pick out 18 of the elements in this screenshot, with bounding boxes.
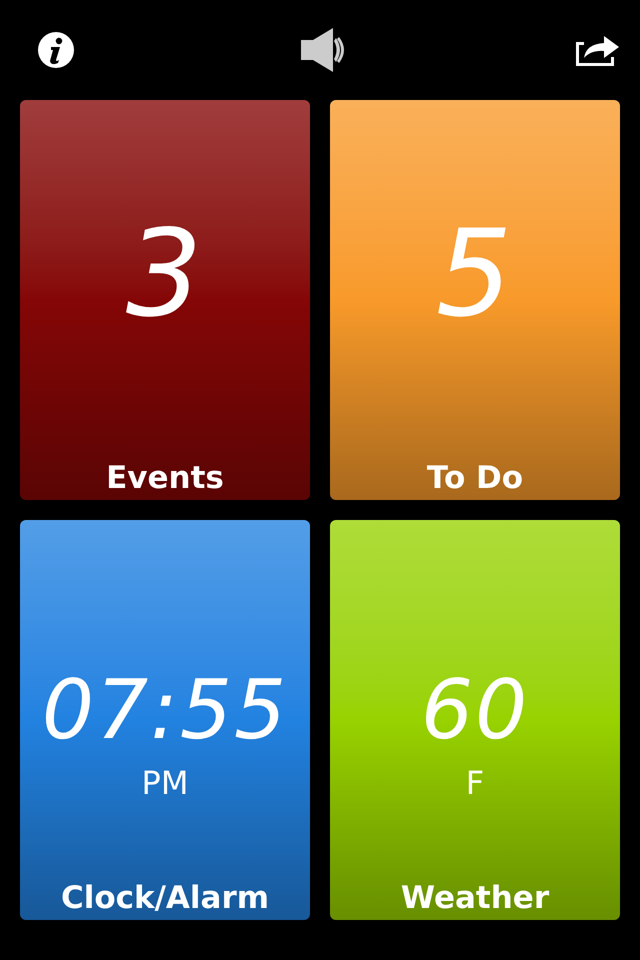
tile-value: 5 bbox=[436, 215, 514, 335]
info-button[interactable] bbox=[38, 32, 74, 68]
tile[interactable]: 5 To Do bbox=[330, 100, 620, 500]
info-icon bbox=[38, 32, 74, 68]
tile-value: 3 bbox=[126, 215, 204, 335]
tile-label: Clock/Alarm bbox=[60, 879, 270, 918]
unit-label: PM bbox=[142, 764, 188, 802]
tile-value: 60 bbox=[420, 670, 530, 752]
tile[interactable]: 07:55 PM Clock/Alarm bbox=[20, 520, 310, 920]
unit-label: F bbox=[466, 764, 484, 802]
tile-label: Events bbox=[106, 459, 224, 498]
tile-label: Weather bbox=[400, 879, 550, 918]
sound-button[interactable] bbox=[301, 28, 347, 72]
speaker-icon bbox=[301, 28, 347, 72]
tile-value: 07:55 bbox=[42, 670, 288, 752]
tile[interactable]: 3 Events bbox=[20, 100, 310, 500]
tile[interactable]: 60 F Weather bbox=[330, 520, 620, 920]
tile-label: To Do bbox=[426, 459, 524, 498]
